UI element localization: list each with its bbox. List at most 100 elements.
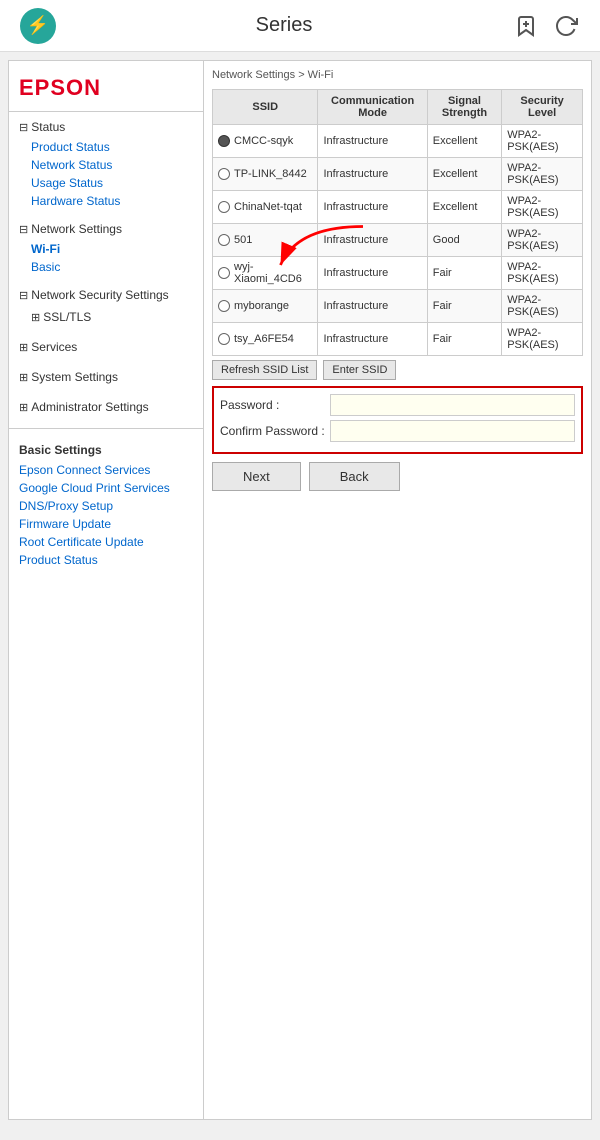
cell-security: WPA2-PSK(AES) (502, 191, 583, 224)
wifi-table: SSID Communication Mode Signal Strength … (212, 89, 583, 356)
sidebar-basic-settings-section: Basic Settings Epson Connect Services Go… (9, 435, 203, 573)
back-button[interactable]: Back (309, 462, 400, 491)
radio-button[interactable] (218, 333, 230, 345)
cell-security: WPA2-PSK(AES) (502, 290, 583, 323)
table-row[interactable]: TP-LINK_8442InfrastructureExcellentWPA2-… (213, 158, 583, 191)
main-container: EPSON Status Product Status Network Stat… (8, 60, 592, 1120)
sidebar-item-epson-connect[interactable]: Epson Connect Services (9, 461, 203, 479)
cell-security: WPA2-PSK(AES) (502, 257, 583, 290)
refresh-ssid-button[interactable]: Refresh SSID List (212, 360, 317, 380)
sidebar-item-network-status[interactable]: Network Status (9, 156, 203, 174)
ssid-text: wyj-Xiaomi_4CD6 (234, 261, 312, 285)
button-row: Next Back (212, 462, 583, 491)
ssid-text: TP-LINK_8442 (234, 168, 307, 180)
content-area: Network Settings > Wi-Fi SSID Communicat… (204, 61, 591, 1119)
cell-signal: Excellent (427, 191, 501, 224)
cell-security: WPA2-PSK(AES) (502, 158, 583, 191)
sidebar-item-firmware[interactable]: Firmware Update (9, 515, 203, 533)
brand-logo: EPSON (9, 69, 203, 112)
next-button[interactable]: Next (212, 462, 301, 491)
cell-security: WPA2-PSK(AES) (502, 323, 583, 356)
cell-signal: Excellent (427, 125, 501, 158)
sidebar-network-section: Network Settings Wi-Fi Basic (9, 214, 203, 280)
sidebar-security-section: Network Security Settings SSL/TLS (9, 280, 203, 332)
cell-ssid[interactable]: TP-LINK_8442 (213, 158, 318, 191)
sidebar-admin-header[interactable]: Administrator Settings (9, 396, 203, 418)
table-row[interactable]: ChinaNet-tqat InfrastructureExcellentWPA2… (213, 191, 583, 224)
sidebar-ssl-header[interactable]: SSL/TLS (23, 306, 203, 328)
table-row[interactable]: tsy_A6FE54InfrastructureFairWPA2-PSK(AES… (213, 323, 583, 356)
cell-security: WPA2-PSK(AES) (502, 224, 583, 257)
sidebar-item-google-cloud[interactable]: Google Cloud Print Services (9, 479, 203, 497)
table-row[interactable]: CMCC-sqykInfrastructureExcellentWPA2-PSK… (213, 125, 583, 158)
sidebar-item-usage-status[interactable]: Usage Status (9, 174, 203, 192)
sidebar-item-product-status[interactable]: Product Status (9, 138, 203, 156)
radio-button[interactable] (218, 135, 230, 147)
confirm-password-row: Confirm Password : (220, 420, 575, 442)
table-row[interactable]: wyj-Xiaomi_4CD6InfrastructureFairWPA2-PS… (213, 257, 583, 290)
app-icon: ⚡ (20, 8, 56, 44)
sidebar-services-section: Services (9, 332, 203, 362)
radio-button[interactable] (218, 300, 230, 312)
cell-signal: Good (427, 224, 501, 257)
sidebar-item-wifi[interactable]: Wi-Fi (9, 240, 203, 258)
table-row[interactable]: 501 InfrastructureGoodWPA2-PSK(AES) (213, 224, 583, 257)
cell-mode: Infrastructure (318, 191, 427, 224)
cell-mode: Infrastructure (318, 290, 427, 323)
enter-ssid-button[interactable]: Enter SSID (323, 360, 396, 380)
sidebar-item-product-status2[interactable]: Product Status (9, 551, 203, 569)
radio-button[interactable] (218, 234, 230, 246)
app-title: Series (256, 14, 313, 37)
col-header-ssid: SSID (213, 90, 318, 125)
radio-button[interactable] (218, 267, 230, 279)
password-row: Password : (220, 394, 575, 416)
cell-mode: Infrastructure (318, 323, 427, 356)
sidebar-status-section: Status Product Status Network Status Usa… (9, 112, 203, 214)
sidebar-item-dns-proxy[interactable]: DNS/Proxy Setup (9, 497, 203, 515)
top-bar: ⚡ Series (0, 0, 600, 52)
refresh-icon[interactable] (552, 12, 580, 40)
sidebar-services-header[interactable]: Services (9, 336, 203, 358)
sidebar-admin-section: Administrator Settings (9, 392, 203, 422)
ssid-text: CMCC-sqyk (234, 135, 293, 147)
action-row: Refresh SSID List Enter SSID (212, 360, 583, 380)
breadcrumb: Network Settings > Wi-Fi (212, 69, 583, 81)
cell-mode: Infrastructure (318, 224, 427, 257)
bookmark-icon[interactable] (512, 12, 540, 40)
table-row[interactable]: myborangeInfrastructureFairWPA2-PSK(AES) (213, 290, 583, 323)
confirm-password-label: Confirm Password : (220, 424, 330, 438)
sidebar-divider (9, 428, 203, 429)
sidebar-item-root-cert[interactable]: Root Certificate Update (9, 533, 203, 551)
ssid-text: ChinaNet-tqat (234, 201, 302, 213)
cell-ssid[interactable]: 501 (213, 224, 318, 257)
ssid-text: myborange (234, 300, 289, 312)
sidebar-network-header[interactable]: Network Settings (9, 218, 203, 240)
sidebar-basic-settings-header: Basic Settings (9, 439, 203, 461)
sidebar-item-hardware-status[interactable]: Hardware Status (9, 192, 203, 210)
password-input[interactable] (330, 394, 575, 416)
sidebar-system-header[interactable]: System Settings (9, 366, 203, 388)
col-header-signal: Signal Strength (427, 90, 501, 125)
sidebar-item-basic[interactable]: Basic (9, 258, 203, 276)
cell-ssid[interactable]: tsy_A6FE54 (213, 323, 318, 356)
sidebar-system-section: System Settings (9, 362, 203, 392)
ssid-text: 501 (234, 234, 252, 246)
radio-button[interactable] (218, 168, 230, 180)
col-header-security: Security Level (502, 90, 583, 125)
cell-ssid[interactable]: CMCC-sqyk (213, 125, 318, 158)
confirm-password-input[interactable] (330, 420, 575, 442)
cell-ssid[interactable]: wyj-Xiaomi_4CD6 (213, 257, 318, 290)
ssid-text: tsy_A6FE54 (234, 333, 294, 345)
cell-mode: Infrastructure (318, 125, 427, 158)
cell-signal: Fair (427, 257, 501, 290)
radio-button[interactable] (218, 201, 230, 213)
cell-ssid[interactable]: myborange (213, 290, 318, 323)
sidebar-security-header[interactable]: Network Security Settings (9, 284, 203, 306)
password-label: Password : (220, 398, 330, 412)
sidebar: EPSON Status Product Status Network Stat… (9, 61, 204, 1119)
cell-mode: Infrastructure (318, 257, 427, 290)
password-section: Password : Confirm Password : (212, 386, 583, 454)
sidebar-status-header[interactable]: Status (9, 116, 203, 138)
top-bar-icons (512, 12, 580, 40)
cell-ssid[interactable]: ChinaNet-tqat (213, 191, 318, 224)
